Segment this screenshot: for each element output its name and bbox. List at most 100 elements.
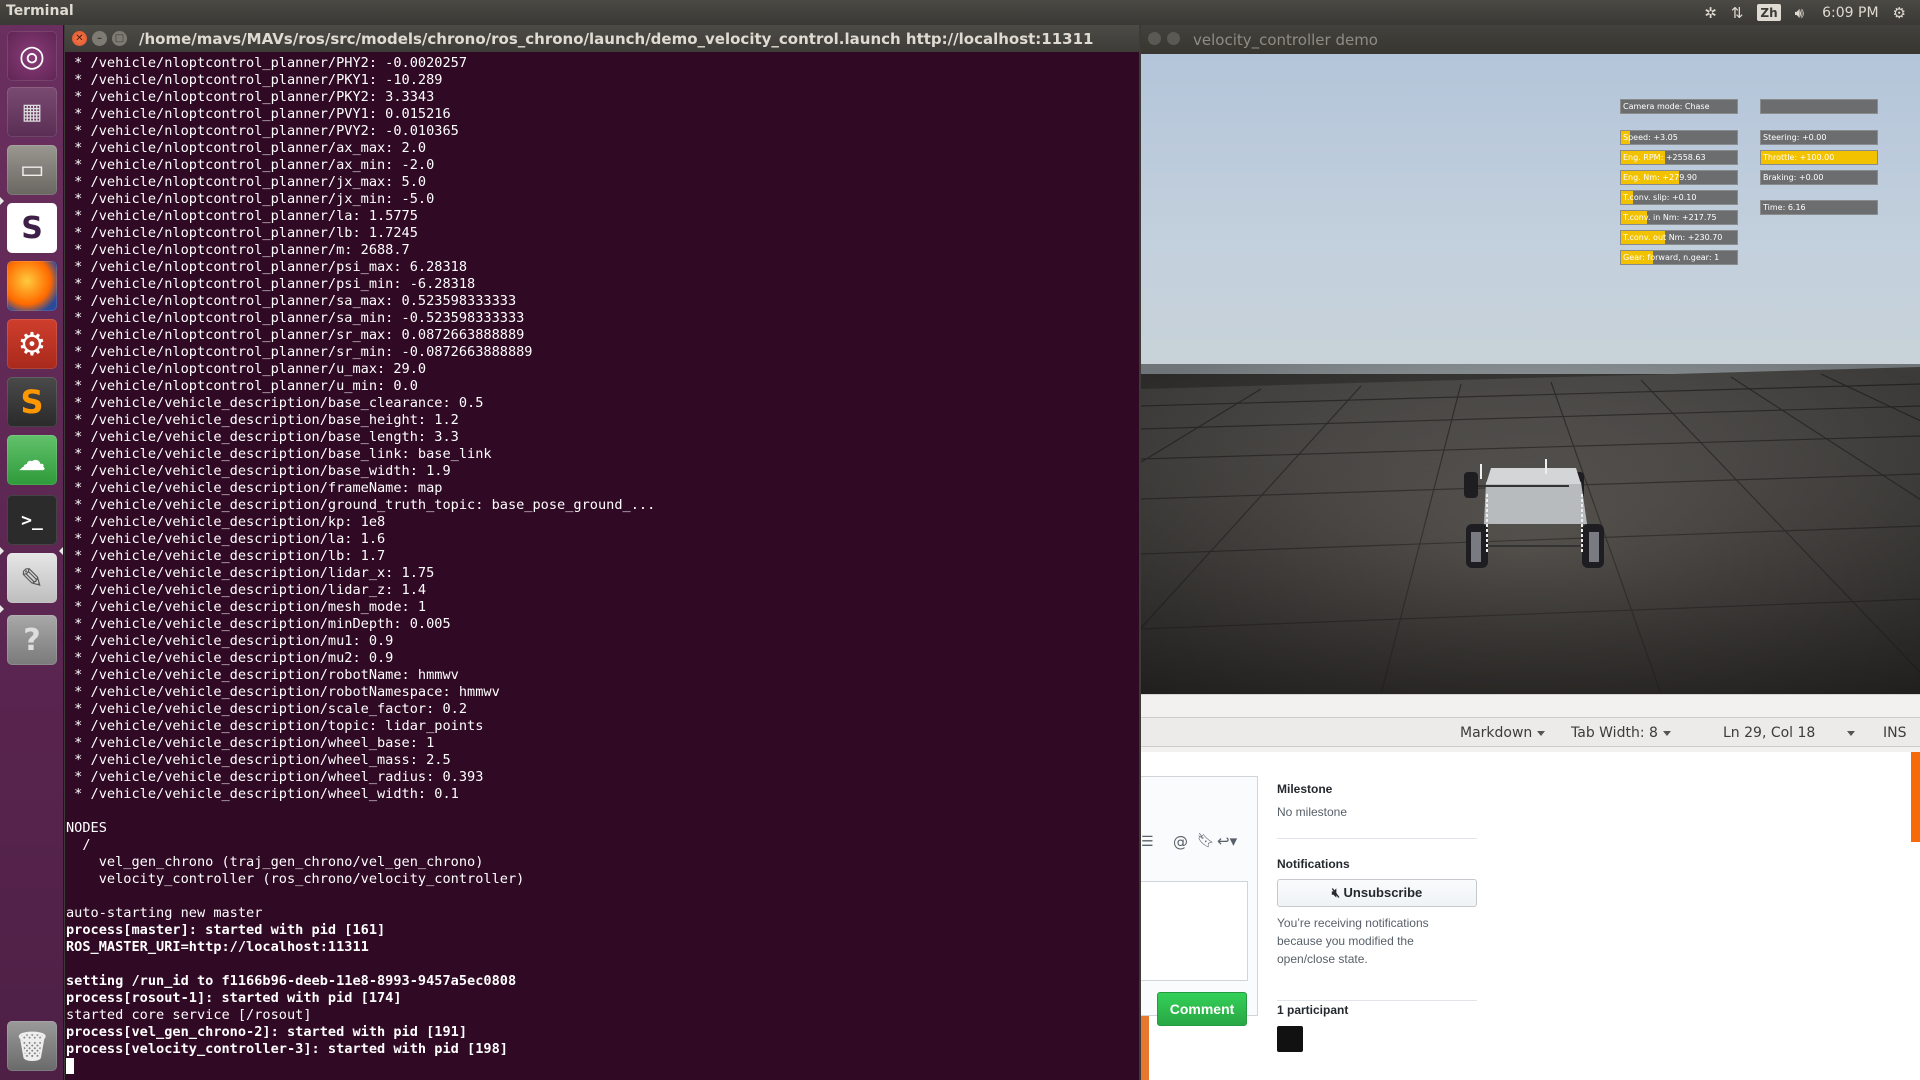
hud-label: Time: 6.16 (1763, 203, 1806, 212)
hud-readout: Throttle: +100.00 (1760, 150, 1878, 165)
clock[interactable]: 6:09 PM (1822, 2, 1878, 23)
terminal-line: * /vehicle/vehicle_description/base_clea… (66, 395, 484, 411)
terminal-line: * /vehicle/vehicle_description/robotName… (66, 667, 459, 683)
list-icon[interactable]: ☰ (1141, 834, 1154, 850)
terminal-titlebar[interactable]: ✕ – □ /home/mavs/MAVs/ros/src/models/chr… (65, 25, 1139, 52)
network-indicator-icon[interactable]: ⇅ (1731, 2, 1744, 23)
terminal-icon[interactable]: >_ (7, 495, 57, 545)
sublime-text-icon[interactable]: S (7, 377, 57, 427)
volume-icon[interactable]: 🔊︎ (1795, 2, 1804, 23)
files-icon[interactable]: ▭ (7, 145, 57, 195)
hud-readout: Speed: +3.05 (1620, 130, 1738, 145)
milestone-heading[interactable]: Milestone (1277, 782, 1332, 796)
firefox-icon[interactable] (7, 261, 57, 311)
hud-label: T.conv. out Nm: +230.70 (1623, 233, 1723, 242)
unsubscribe-button[interactable]: 🔇︎ Unsubscribe (1277, 879, 1477, 907)
minimize-window-icon[interactable] (1167, 32, 1180, 45)
hud-readout: T.conv. in Nm: +217.75 (1620, 210, 1738, 225)
terminal-line: * /vehicle/vehicle_description/lidar_x: … (66, 565, 435, 581)
hud-label: Eng. Nm: +279.90 (1623, 173, 1697, 182)
text-editor-running-indicator (0, 605, 4, 613)
cursor-position[interactable]: Ln 29, Col 18 (1723, 725, 1815, 741)
participants-heading: 1 participant (1277, 1003, 1349, 1017)
cursor-position-label: Ln 29, Col 18 (1723, 725, 1816, 741)
velocity-controller-titlebar[interactable]: velocity_controller demo (1141, 25, 1920, 54)
slack-icon[interactable]: S (7, 203, 57, 253)
terminal-line: * /vehicle/vehicle_description/wheel_rad… (66, 769, 484, 785)
terminal-line: * /vehicle/vehicle_description/scale_fac… (66, 701, 468, 717)
terminal-line: * /vehicle/nloptcontrol_planner/sa_max: … (66, 293, 517, 309)
terminal-line: * /vehicle/vehicle_description/lidar_z: … (66, 582, 427, 598)
notifications-section: Notifications 🔇︎ Unsubscribe You’re rece… (1277, 839, 1477, 1001)
terminal-line: * /vehicle/vehicle_description/la: 1.6 (66, 531, 386, 547)
position-menu[interactable] (1842, 725, 1855, 741)
minimize-window-icon[interactable]: – (92, 31, 107, 46)
chevron-down-icon (1537, 730, 1546, 736)
terminal-line: * /vehicle/nloptcontrol_planner/PVY1: 0.… (66, 106, 451, 122)
close-window-icon[interactable]: ✕ (72, 31, 87, 46)
terminal-line: * /vehicle/vehicle_description/topic: li… (66, 718, 484, 734)
language-selector[interactable]: Markdown (1460, 725, 1546, 741)
wechat-icon[interactable]: ☁ (7, 435, 57, 485)
avatar[interactable] (1277, 1026, 1303, 1052)
terminal-line: * /vehicle/vehicle_description/wheel_mas… (66, 752, 451, 768)
ubuntu-dash-icon[interactable]: ◎ (7, 31, 57, 81)
hud-readout: Braking: +0.00 (1760, 170, 1878, 185)
insert-mode[interactable]: INS (1883, 725, 1907, 741)
comment-form: ☰ @ 🔖︎ ↩▾ (1141, 776, 1258, 1016)
text-editor-icon[interactable]: ✎ (7, 553, 57, 603)
mention-icon[interactable]: @ (1173, 833, 1188, 851)
files-running-indicator (0, 197, 4, 205)
notifications-text-3: open/close state. (1277, 952, 1368, 966)
terminal-line: * /vehicle/nloptcontrol_planner/u_max: 2… (66, 361, 427, 377)
system-settings-icon[interactable]: ⚙ (7, 319, 57, 369)
terminal-line: auto-starting new master (66, 905, 263, 921)
terminal-line: setting /run_id to f1166b96-deeb-11e8-89… (66, 973, 517, 989)
terminal-running-indicator (0, 547, 4, 555)
hud-label: Eng. RPM: +2558.63 (1623, 153, 1706, 162)
browser-page[interactable]: ☰ @ 🔖︎ ↩▾ Comment Milestone No milestone… (1141, 752, 1920, 1080)
velocity-controller-window[interactable]: velocity_controller demo Camera mode: Ch… (1141, 25, 1920, 694)
input-method-indicator[interactable]: Zh (1757, 4, 1781, 21)
hud-label: Throttle: +100.00 (1763, 153, 1835, 162)
terminal-line: * /vehicle/nloptcontrol_planner/u_min: 0… (66, 378, 418, 394)
trash-icon[interactable]: 🗑︎ (7, 1021, 57, 1071)
terminal-line: * /vehicle/vehicle_description/frameName… (66, 480, 443, 496)
terminal-line: * /vehicle/vehicle_description/robotName… (66, 684, 500, 700)
maximize-window-icon[interactable]: □ (112, 31, 127, 46)
terminal-prompt-line[interactable] (65, 1058, 1139, 1075)
terminal-line: * /vehicle/nloptcontrol_planner/PHY2: -0… (66, 55, 468, 71)
terminal-line: * /vehicle/nloptcontrol_planner/m: 2688.… (66, 242, 410, 258)
terminal-window[interactable]: ✕ – □ /home/mavs/MAVs/ros/src/models/chr… (65, 25, 1139, 1080)
workspace-switcher-icon[interactable]: ▦ (7, 87, 57, 137)
simulation-viewport[interactable]: Camera mode: Chase Speed: +3.05 Eng. RPM: … (1141, 54, 1920, 694)
tab-width-label: Tab Width: 8 (1571, 725, 1658, 741)
terminal-line: * /vehicle/nloptcontrol_planner/PKY2: 3.… (66, 89, 435, 105)
terminal-line: * /vehicle/vehicle_description/base_link… (66, 446, 492, 462)
issue-sidebar: Milestone No milestone Notifications 🔇︎ … (1277, 752, 1477, 1080)
power-gear-icon[interactable]: ⚙ (1893, 2, 1906, 23)
indicator-area: ✲ ⇅ Zh 🔊︎ 6:09 PM ⚙ (1704, 2, 1906, 23)
tab-width-selector[interactable]: Tab Width: 8 (1571, 725, 1671, 741)
terminal-line: * /vehicle/nloptcontrol_planner/psi_min:… (66, 276, 476, 292)
comment-textarea[interactable] (1141, 881, 1248, 981)
close-window-icon[interactable] (1148, 32, 1161, 45)
terminal-line: * /vehicle/nloptcontrol_planner/lb: 1.72… (66, 225, 418, 241)
terminal-line: process[master]: started with pid [161] (66, 922, 386, 938)
terminal-active-indicator (59, 547, 63, 555)
terminal-line: process[velocity_controller-3]: started … (66, 1041, 508, 1057)
hud-readout: T.conv. out Nm: +230.70 (1620, 230, 1738, 245)
reply-icon[interactable]: ↩▾ (1217, 832, 1237, 850)
terminal-output[interactable]: * /vehicle/nloptcontrol_planner/PHY2: -0… (65, 52, 1139, 1080)
terminal-line: * /vehicle/vehicle_description/mesh_mode… (66, 599, 427, 615)
scroll-accent (1911, 752, 1920, 842)
mute-icon: 🔇︎ (1331, 885, 1344, 900)
language-label: Markdown (1460, 725, 1533, 741)
settings-indicator-icon[interactable]: ✲ (1704, 2, 1717, 23)
comment-button[interactable]: Comment (1157, 992, 1247, 1026)
terminal-line: * /vehicle/nloptcontrol_planner/sa_min: … (66, 310, 525, 326)
terminal-line: velocity_controller (ros_chrono/velocity… (66, 871, 525, 887)
help-icon[interactable]: ? (7, 615, 57, 665)
bookmark-icon[interactable]: 🔖︎ (1197, 833, 1215, 849)
